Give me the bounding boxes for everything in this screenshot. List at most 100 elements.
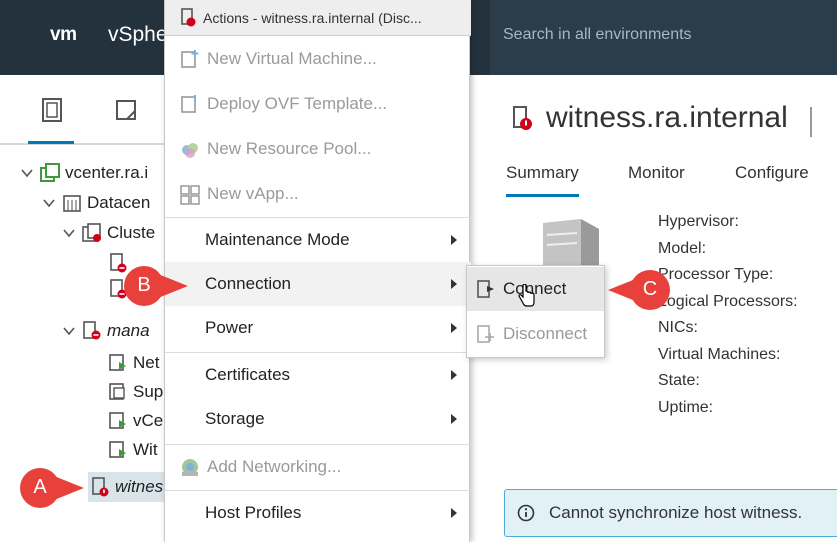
chevron-down-icon[interactable] [42, 196, 56, 210]
menu-item-host-profiles[interactable]: Host Profiles [165, 490, 471, 534]
tree-label: mana [107, 321, 150, 340]
cluster-icon [82, 223, 101, 242]
submenu-item-disconnect[interactable]: Disconnect [467, 312, 604, 356]
tree-node-vcenter[interactable]: vcenter.ra.i [20, 159, 148, 187]
menu-item-new-vm[interactable]: New Virtual Machine... [165, 37, 471, 81]
vm-icon [109, 412, 126, 429]
prop-label: Virtual Machines: [658, 345, 781, 363]
tab-configure[interactable]: Configure [735, 161, 809, 197]
title-divider [810, 107, 812, 137]
prop-label: NICs: [658, 319, 698, 336]
datacenter-icon [63, 195, 81, 212]
add-networking-icon [182, 458, 198, 476]
vapp-error-icon [83, 321, 101, 340]
host-disconnected-icon [513, 106, 532, 130]
tab-monitor[interactable]: Monitor [628, 161, 685, 197]
tree-label: vcenter.ra.i [65, 163, 149, 182]
vapp-icon [180, 185, 200, 205]
tree-node-management[interactable]: mana [62, 317, 150, 345]
callout-label: C [642, 278, 658, 300]
chevron-right-icon [451, 370, 457, 380]
deploy-ovf-icon [181, 95, 196, 113]
hand-cursor-icon [518, 284, 535, 307]
navigator-tabs [0, 75, 170, 145]
tree-label: Cluste [107, 223, 156, 242]
tree-node-vm-vce[interactable]: vCe [108, 407, 163, 435]
callout-c: C [604, 268, 670, 310]
menu-label: New vApp... [207, 184, 299, 203]
menu-header: Actions - witness.ra.internal (Disc... [165, 0, 471, 36]
menu-label: Power [205, 318, 254, 337]
menu-label: Certificates [205, 364, 291, 384]
chevron-down-icon[interactable] [20, 166, 34, 180]
menu-item-add-networking[interactable]: Add Networking... [165, 444, 471, 488]
tree-label: Datacen [87, 193, 151, 212]
chevron-down-icon[interactable] [62, 324, 76, 338]
vcenter-icon [40, 163, 60, 182]
content-tabs: Summary Monitor Configure [506, 161, 837, 197]
vm-icon [109, 354, 126, 371]
tree-label: Sup [133, 382, 164, 401]
host-disconnected-icon [92, 477, 109, 497]
tree-node-vm-net[interactable]: Net [108, 349, 159, 377]
host-disconnected-icon [181, 7, 196, 26]
new-vm-icon [181, 50, 199, 68]
menu-item-deploy-ovf[interactable]: Deploy OVF Template... [165, 82, 471, 126]
chevron-right-icon [451, 323, 457, 333]
callout-b: B [122, 264, 188, 306]
menu-item-connection[interactable]: Connection [165, 262, 471, 306]
prop-label: Hypervisor: [658, 213, 739, 230]
tree-label: vCe [133, 411, 164, 430]
menu-label: Host Profiles [205, 502, 302, 522]
vms-and-templates-tab[interactable] [112, 95, 140, 125]
tree-node-cluster[interactable]: Cluste [62, 219, 155, 247]
menu-item-new-resource-pool[interactable]: New Resource Pool... [165, 127, 471, 171]
vm-icon [109, 383, 125, 400]
prop-label: Logical Processors: [658, 292, 798, 310]
app-name: vSphe [108, 23, 168, 46]
chevron-right-icon [451, 235, 457, 245]
global-search-area [490, 0, 837, 75]
info-icon [517, 504, 535, 522]
tree-node-vm-wit[interactable]: Wit [108, 436, 158, 464]
actions-context-menu: Actions - witness.ra.internal (Disc... N… [164, 0, 471, 542]
tree-node-vm-sup[interactable]: Sup [108, 378, 163, 406]
menu-item-power[interactable]: Power [165, 306, 471, 350]
menu-item-certificates[interactable]: Certificates [165, 352, 471, 396]
connect-icon [477, 280, 494, 298]
hosts-and-clusters-tab[interactable] [38, 95, 66, 125]
menu-label: Add Networking... [207, 456, 342, 476]
menu-label: New Resource Pool... [207, 139, 372, 158]
host-properties-labels: Hypervisor: Model: Processor Type: Logic… [658, 213, 798, 425]
info-alert: Cannot synchronize host witness. [504, 489, 837, 537]
menu-title: Actions - witness.ra.internal (Disc... [203, 9, 422, 26]
menu-item-new-vapp[interactable]: New vApp... [165, 172, 471, 216]
chevron-right-icon [451, 508, 457, 518]
prop-label: Model: [658, 239, 707, 257]
callout-label: B [137, 274, 151, 296]
tree-node-witness-host[interactable]: witnes [88, 472, 170, 502]
global-search-input[interactable] [503, 26, 823, 44]
tab-summary[interactable]: Summary [506, 161, 579, 197]
chevron-right-icon [451, 279, 457, 289]
tree-label: Wit [133, 440, 158, 459]
chevron-down-icon[interactable] [62, 226, 76, 240]
prop-label: Uptime: [658, 398, 714, 416]
host-title-text: witness.ra.internal [546, 101, 788, 134]
prop-label: State: [658, 372, 700, 389]
vms-and-templates-icon [116, 100, 136, 120]
vm-icon [109, 441, 126, 458]
page-title: witness.ra.internal [510, 101, 788, 135]
vmware-logo: vm [50, 24, 77, 45]
resource-pool-icon [182, 143, 198, 158]
menu-item-storage[interactable]: Storage [165, 397, 471, 441]
callout-a: A [18, 466, 84, 508]
menu-label: Storage [205, 409, 265, 428]
menu-label: Connection [205, 274, 292, 293]
tree-node-datacenter[interactable]: Datacen [42, 189, 150, 217]
menu-label: Deploy OVF Template... [207, 94, 388, 113]
menu-label: Disconnect [503, 324, 588, 343]
menu-label: Maintenance Mode [205, 229, 350, 249]
tree-label: witnes [115, 477, 164, 496]
menu-item-maintenance-mode[interactable]: Maintenance Mode [165, 217, 471, 261]
